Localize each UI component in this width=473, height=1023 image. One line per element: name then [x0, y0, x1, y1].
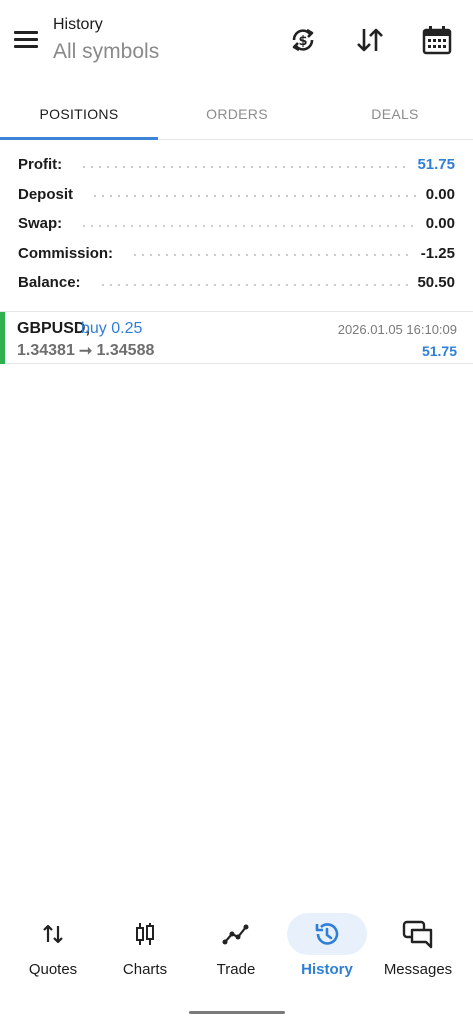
tab-positions[interactable]: POSITIONS	[0, 88, 158, 140]
nav-trade[interactable]: Trade	[191, 905, 281, 985]
summary-label: Balance:	[18, 274, 81, 292]
position-profit: 51.75	[421, 343, 457, 359]
quotes-arrows-icon	[13, 913, 93, 955]
messages-icon	[378, 913, 458, 955]
sort-icon[interactable]	[352, 22, 388, 58]
app-header: History All symbols $	[0, 0, 473, 80]
dotted-leader	[131, 254, 413, 257]
summary-value: -1.25	[420, 244, 455, 262]
dotted-leader	[98, 283, 410, 286]
tab-deals[interactable]: DEALS	[316, 88, 473, 140]
summary-label: Profit:	[18, 156, 63, 174]
position-prices: 1.34381 ⭢ 1.34588	[17, 342, 155, 359]
home-indicator	[189, 1011, 285, 1014]
summary-label: Commission:	[18, 244, 114, 262]
account-summary: Profit: 51.75 Deposit 0.00 Swap: 0.00 Co…	[0, 150, 473, 298]
summary-row-swap: Swap: 0.00	[0, 209, 473, 239]
nav-quotes[interactable]: Quotes	[8, 905, 98, 985]
position-time: 2026.01.05 16:10:09	[337, 322, 457, 337]
summary-value: 0.00	[425, 185, 455, 203]
bottom-navigation: Quotes Charts Trade History Messages	[0, 905, 473, 995]
tab-bar: POSITIONS ORDERS DEALS	[0, 88, 473, 140]
position-symbol: GBPUSD,	[17, 320, 90, 337]
svg-text:$: $	[298, 34, 307, 49]
summary-row-profit: Profit: 51.75	[0, 150, 473, 180]
nav-label: Messages	[383, 961, 453, 978]
summary-label: Swap:	[18, 215, 63, 233]
summary-value: 0.00	[425, 215, 455, 233]
nav-label: Charts	[122, 961, 168, 978]
summary-value: 51.75	[417, 156, 455, 174]
nav-history[interactable]: History	[282, 905, 372, 985]
calendar-icon[interactable]	[419, 22, 455, 58]
symbol-filter[interactable]: All symbols	[53, 40, 159, 64]
page-title: History	[53, 16, 103, 33]
summary-value: 50.50	[417, 274, 455, 292]
nav-label: History	[301, 961, 353, 978]
nav-label: Quotes	[28, 961, 78, 978]
summary-row-balance: Balance: 50.50	[0, 268, 473, 298]
dotted-leader	[80, 165, 410, 168]
nav-label: Trade	[216, 961, 256, 978]
currency-refresh-icon[interactable]: $	[285, 22, 321, 58]
menu-icon[interactable]	[12, 28, 40, 52]
nav-messages[interactable]: Messages	[373, 905, 463, 985]
candlestick-icon	[105, 913, 185, 955]
dotted-leader	[80, 224, 418, 227]
trade-line-icon	[196, 913, 276, 955]
dotted-leader	[91, 195, 418, 198]
active-tab-indicator	[0, 137, 158, 140]
summary-row-commission: Commission: -1.25	[0, 239, 473, 269]
nav-charts[interactable]: Charts	[100, 905, 190, 985]
history-clock-icon	[287, 913, 367, 955]
summary-label: Deposit	[18, 185, 74, 203]
buy-indicator-bar	[0, 312, 5, 364]
summary-row-deposit: Deposit 0.00	[0, 180, 473, 210]
position-row[interactable]: GBPUSD, buy 0.25 1.34381 ⭢ 1.34588 2026.…	[0, 312, 473, 364]
tab-orders[interactable]: ORDERS	[158, 88, 316, 140]
position-side-volume: buy 0.25	[81, 320, 143, 337]
